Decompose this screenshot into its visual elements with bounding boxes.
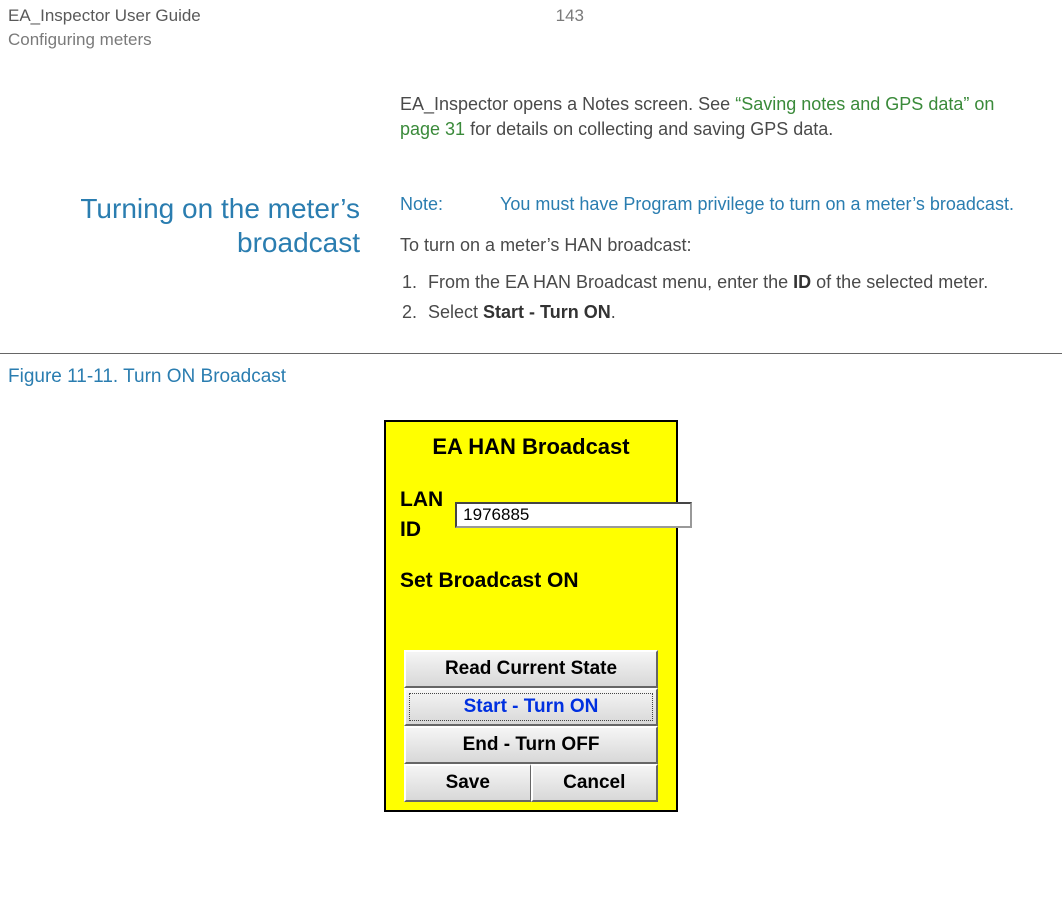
note-block: Note: You must have Program privilege to… — [400, 192, 1022, 217]
save-button[interactable]: Save — [404, 764, 531, 802]
section-heading: Turning on the meter’s broadcast — [0, 192, 360, 329]
intro-paragraph: EA_Inspector opens a Notes screen. See “… — [400, 92, 1022, 142]
procedure-steps: From the EA HAN Broadcast menu, enter th… — [422, 270, 1022, 324]
note-text: You must have Program privilege to turn … — [500, 192, 1022, 217]
procedure-intro: To turn on a meter’s HAN broadcast: — [400, 233, 1022, 258]
step-1: From the EA HAN Broadcast menu, enter th… — [422, 270, 1022, 295]
end-turn-off-button[interactable]: End - Turn OFF — [404, 726, 658, 764]
figure-divider — [0, 353, 1062, 354]
step-2: Select Start - Turn ON. — [422, 300, 1022, 325]
lan-id-label: LAN ID — [400, 485, 443, 544]
intro-suffix: for details on collecting and saving GPS… — [465, 119, 833, 139]
figure-caption: Figure 11-11. Turn ON Broadcast — [8, 364, 1062, 391]
broadcast-status: Set Broadcast ON — [386, 566, 676, 595]
page-header: EA_Inspector User Guide Configuring mete… — [0, 0, 1062, 52]
read-current-state-button[interactable]: Read Current State — [404, 650, 658, 688]
guide-section: Configuring meters — [8, 28, 201, 52]
device-title: EA HAN Broadcast — [386, 432, 676, 463]
page-number: 143 — [556, 4, 584, 52]
guide-title: EA_Inspector User Guide — [8, 4, 201, 28]
lan-id-input[interactable] — [455, 502, 692, 528]
note-label: Note: — [400, 192, 460, 217]
device-screenshot: EA HAN Broadcast LAN ID Set Broadcast ON… — [384, 420, 678, 812]
start-turn-on-button[interactable]: Start - Turn ON — [404, 688, 658, 726]
intro-prefix: EA_Inspector opens a Notes screen. See — [400, 94, 735, 114]
cancel-button[interactable]: Cancel — [531, 764, 659, 802]
